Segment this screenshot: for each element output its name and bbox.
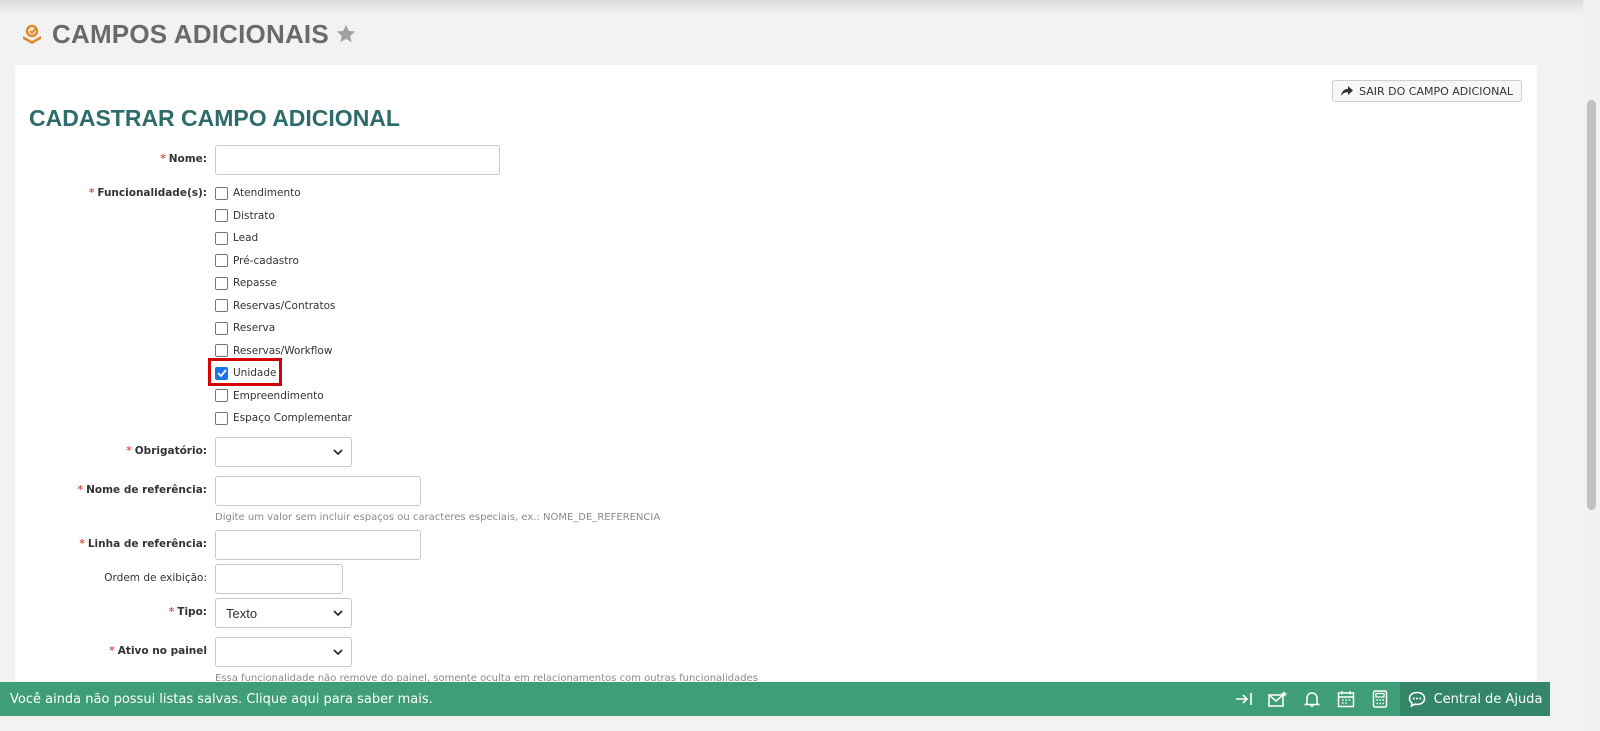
tipo-value: Texto [226, 605, 258, 621]
ordem-exibicao-label: Ordem de exibição: [104, 572, 207, 584]
bell-icon[interactable] [1302, 689, 1322, 709]
checkbox[interactable] [215, 299, 228, 313]
exit-button-label: SAIR DO CAMPO ADICIONAL [1359, 84, 1513, 98]
required-mark: * [88, 187, 95, 199]
ativo-painel-label: * Ativo no painel [109, 645, 207, 657]
funcionalidades-label: * Funcionalidade(s): [88, 187, 207, 199]
checkbox[interactable] [215, 411, 228, 425]
favorite-star-icon[interactable] [335, 23, 357, 45]
required-mark: * [160, 153, 166, 165]
required-mark: * [168, 606, 175, 618]
funcionalidade-option-label: Lead [233, 232, 259, 245]
tipo-label: * Tipo: [168, 606, 207, 618]
required-mark: * [126, 445, 132, 457]
help-center-label: Central de Ajuda [1433, 691, 1543, 707]
exit-additional-field-button[interactable]: SAIR DO CAMPO ADICIONAL [1332, 80, 1522, 102]
required-mark: * [109, 645, 115, 657]
ordem-exibicao-input[interactable] [215, 564, 343, 594]
required-mark: * [77, 484, 84, 496]
linha-referencia-label: * Linha de referência: [79, 538, 207, 550]
funcionalidades-checklist: Atendimento Distrato Lead Pré-cadastro Repas… [215, 182, 352, 430]
funcionalidade-option[interactable]: Lead [215, 227, 352, 250]
calendar-icon[interactable] [1336, 689, 1356, 709]
chevron-down-icon [333, 610, 343, 616]
share-arrow-icon [1341, 85, 1354, 96]
tipo-select[interactable]: Texto [215, 598, 352, 628]
funcionalidade-option-label: Espaço Complementar [233, 412, 352, 425]
collapse-icon[interactable] [1234, 689, 1254, 709]
nome-label: * Nome: [160, 153, 207, 165]
page-header: CAMPOS ADICIONAIS [20, 18, 357, 50]
funcionalidade-option[interactable]: Empreendimento [215, 385, 352, 408]
funcionalidade-option[interactable]: Reservas/Contratos [215, 295, 352, 318]
help-center-button[interactable]: Central de Ajuda [1400, 682, 1550, 716]
bottom-bar: Você ainda não possui listas salvas. Cli… [0, 682, 1550, 716]
calculator-icon[interactable] [1370, 689, 1390, 709]
ativo-painel-select[interactable] [215, 637, 352, 667]
funcionalidade-option[interactable]: Pré-cadastro [215, 250, 352, 273]
funcionalidade-option-label: Reservas/Contratos [233, 299, 336, 312]
mail-star-icon[interactable] [1268, 689, 1288, 709]
chevron-down-icon [333, 649, 343, 655]
nome-input[interactable] [215, 145, 500, 175]
funcionalidade-option[interactable]: Atendimento [215, 182, 352, 205]
app-logo-icon [20, 22, 44, 46]
nome-referencia-label: * Nome de referência: [77, 484, 207, 496]
checkbox[interactable] [215, 344, 228, 358]
funcionalidade-option-label: Atendimento [233, 187, 301, 200]
chat-icon [1408, 691, 1425, 707]
funcionalidade-option[interactable]: Reserva [215, 317, 352, 340]
checkbox[interactable] [215, 209, 228, 223]
checkbox[interactable] [215, 321, 228, 335]
checkbox[interactable] [215, 254, 228, 268]
saved-lists-message[interactable]: Você ainda não possui listas salvas. Cli… [10, 692, 433, 707]
checkbox[interactable] [215, 389, 228, 403]
funcionalidade-option[interactable]: Espaço Complementar [215, 407, 352, 430]
funcionalidade-option-label: Reservas/Workflow [233, 344, 333, 357]
funcionalidade-option-label: Empreendimento [233, 389, 324, 402]
checkbox[interactable] [215, 231, 228, 245]
chevron-down-icon [333, 449, 343, 455]
obrigatorio-select[interactable] [215, 437, 352, 467]
linha-referencia-input[interactable] [215, 530, 421, 560]
required-mark: * [79, 538, 85, 550]
funcionalidade-option-label: Pré-cadastro [233, 254, 299, 267]
vertical-scrollbar[interactable] [1583, 0, 1600, 731]
funcionalidade-option-label: Repasse [233, 277, 277, 290]
highlight-box [208, 358, 282, 386]
checkbox[interactable] [215, 276, 228, 290]
top-shadow [0, 0, 1600, 14]
form-title: CADASTRAR CAMPO ADICIONAL [29, 105, 400, 131]
obrigatorio-label: * Obrigatório: [126, 445, 207, 457]
checkbox[interactable] [215, 186, 228, 200]
nome-referencia-input[interactable] [215, 476, 421, 506]
funcionalidade-option-label: Reserva [233, 322, 276, 335]
funcionalidade-option[interactable]: Repasse [215, 272, 352, 295]
funcionalidade-option-label: Distrato [233, 209, 275, 222]
scrollbar-thumb[interactable] [1587, 100, 1596, 510]
nome-referencia-hint: Digite um valor sem incluir espaços ou c… [215, 512, 661, 523]
page-title: CAMPOS ADICIONAIS [52, 18, 329, 49]
bottom-toolbar-icons [1220, 682, 1390, 716]
form-panel: SAIR DO CAMPO ADICIONAL CADASTRAR CAMPO … [15, 65, 1537, 705]
funcionalidade-option[interactable]: Distrato [215, 205, 352, 228]
